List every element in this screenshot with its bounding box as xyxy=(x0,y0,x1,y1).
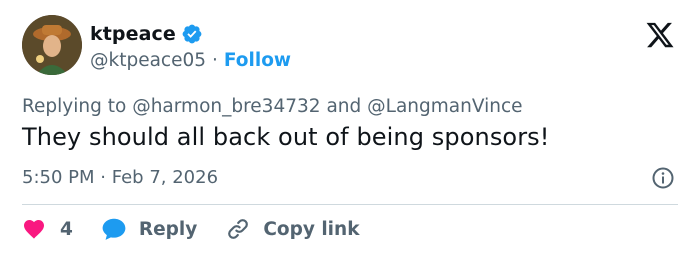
replying-to: Replying to @harmon_bre34732 and @Langma… xyxy=(22,96,523,117)
heart-icon xyxy=(24,220,44,239)
verified-badge-icon xyxy=(182,24,202,44)
follow-button[interactable]: Follow xyxy=(224,50,291,71)
separator-dot: · xyxy=(100,167,106,188)
reply-button[interactable]: Reply xyxy=(101,216,197,242)
replying-to-label: Replying to xyxy=(22,96,127,117)
tweet-card: ktpeace @ktpeace05 · Follow Replying to … xyxy=(0,0,700,256)
copy-link-label: Copy link xyxy=(263,218,360,240)
like-button[interactable]: 4 xyxy=(22,217,73,241)
like-count: 4 xyxy=(60,218,73,240)
action-bar: 4 Reply Copy link xyxy=(22,214,360,244)
tweet-time[interactable]: 5:50 PM xyxy=(22,167,95,188)
reply-bubble-icon xyxy=(102,218,126,240)
mention-link[interactable]: @LangmanVince xyxy=(367,96,522,117)
avatar[interactable] xyxy=(22,15,82,75)
divider xyxy=(22,204,678,205)
timestamp[interactable]: 5:50 PM · Feb 7, 2026 xyxy=(22,167,218,188)
reply-label: Reply xyxy=(138,218,198,240)
mention-link[interactable]: @harmon_bre34732 xyxy=(132,96,320,117)
conjunction: and xyxy=(326,96,362,117)
display-name[interactable]: ktpeace xyxy=(90,23,176,45)
tweet-text: They should all back out of being sponso… xyxy=(22,123,550,151)
handle[interactable]: @ktpeace05 xyxy=(90,50,206,71)
tweet-date[interactable]: Feb 7, 2026 xyxy=(112,167,218,188)
copy-link-button[interactable]: Copy link xyxy=(225,216,360,242)
x-logo-icon[interactable] xyxy=(645,20,675,50)
link-icon xyxy=(228,219,249,239)
separator-dot: · xyxy=(212,50,218,71)
info-icon[interactable] xyxy=(651,166,675,190)
